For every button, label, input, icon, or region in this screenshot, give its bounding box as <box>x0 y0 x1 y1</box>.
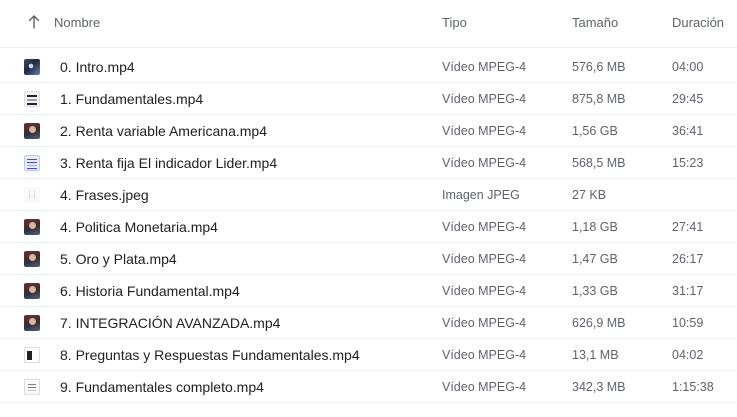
file-size: 576,6 MB <box>572 60 626 74</box>
file-thumbnail-icon <box>24 315 40 331</box>
file-duration: 04:02 <box>672 348 704 362</box>
file-type: Vídeo MPEG-4 <box>442 156 527 170</box>
file-thumbnail-icon <box>24 251 40 267</box>
column-header-type[interactable]: Tipo <box>442 15 467 31</box>
file-size: 1,47 GB <box>572 252 618 266</box>
file-type: Vídeo MPEG-4 <box>442 124 527 138</box>
arrow-up-icon[interactable] <box>27 14 41 30</box>
file-name: 3. Renta fija El indicador Lider.mp4 <box>60 155 278 171</box>
file-name: 8. Preguntas y Respuestas Fundamentales.… <box>60 347 360 363</box>
file-type: Vídeo MPEG-4 <box>442 252 527 266</box>
file-size: 875,8 MB <box>572 92 626 106</box>
file-thumbnail-icon <box>24 91 40 107</box>
file-list: Nombre Tipo Tamaño Duración 0. Intro.mp4… <box>0 0 737 417</box>
file-size: 1,33 GB <box>572 284 618 298</box>
file-thumbnail-icon <box>24 347 40 363</box>
file-size: 1,56 GB <box>572 124 618 138</box>
file-thumbnail-icon <box>24 123 40 139</box>
file-name: 9. Fundamentales completo.mp4 <box>60 379 264 395</box>
file-name: 4. Politica Monetaria.mp4 <box>60 219 218 235</box>
file-type: Vídeo MPEG-4 <box>442 316 527 330</box>
file-duration: 29:45 <box>672 92 704 106</box>
file-duration: 31:17 <box>672 284 704 298</box>
file-rows: 0. Intro.mp4 Vídeo MPEG-4 576,6 MB 04:00 1. … <box>0 51 737 403</box>
file-name: 7. INTEGRACIÓN AVANZADA.mp4 <box>60 315 281 331</box>
file-type: Imagen JPEG <box>442 188 520 202</box>
file-thumbnail-icon <box>24 379 40 395</box>
file-duration: 36:41 <box>672 124 704 138</box>
file-name: 0. Intro.mp4 <box>60 59 135 75</box>
file-type: Vídeo MPEG-4 <box>442 92 527 106</box>
file-size: 626,9 MB <box>572 316 626 330</box>
file-type: Vídeo MPEG-4 <box>442 348 527 362</box>
file-type: Vídeo MPEG-4 <box>442 60 527 74</box>
file-row[interactable]: 2. Renta variable Americana.mp4 Vídeo MPE… <box>0 115 737 147</box>
file-thumbnail-icon <box>24 219 40 235</box>
file-row[interactable]: 8. Preguntas y Respuestas Fundamentales.… <box>0 339 737 371</box>
file-row[interactable]: 0. Intro.mp4 Vídeo MPEG-4 576,6 MB 04:00 <box>0 51 737 83</box>
column-header-bar: Nombre Tipo Tamaño Duración <box>0 0 737 48</box>
file-size: 13,1 MB <box>572 348 619 362</box>
file-duration: 04:00 <box>672 60 704 74</box>
file-duration: 10:59 <box>672 316 704 330</box>
file-row[interactable]: 1. Fundamentales.mp4 Vídeo MPEG-4 875,8 MB… <box>0 83 737 115</box>
file-thumbnail-icon <box>24 187 40 203</box>
file-row[interactable]: 3. Renta fija El indicador Lider.mp4 Víde… <box>0 147 737 179</box>
file-name: 1. Fundamentales.mp4 <box>60 91 204 107</box>
column-header-size[interactable]: Tamaño <box>572 15 618 31</box>
file-name: 4. Frases.jpeg <box>60 187 149 203</box>
file-row[interactable]: 4. Politica Monetaria.mp4 Vídeo MPEG-4 1,1… <box>0 211 737 243</box>
file-name: 2. Renta variable Americana.mp4 <box>60 123 267 139</box>
file-row[interactable]: 7. INTEGRACIÓN AVANZADA.mp4 Vídeo MPEG-4 6… <box>0 307 737 339</box>
file-row[interactable]: 5. Oro y Plata.mp4 Vídeo MPEG-4 1,47 GB 26:… <box>0 243 737 275</box>
file-type: Vídeo MPEG-4 <box>442 284 527 298</box>
file-size: 1,18 GB <box>572 220 618 234</box>
file-thumbnail-icon <box>24 59 40 75</box>
file-name: 6. Historia Fundamental.mp4 <box>60 283 240 299</box>
column-header-duration[interactable]: Duración <box>672 15 724 31</box>
column-header-name[interactable]: Nombre <box>54 15 100 31</box>
file-duration: 1:15:38 <box>672 380 714 394</box>
file-row[interactable]: 9. Fundamentales completo.mp4 Vídeo MPEG-… <box>0 371 737 403</box>
file-duration: 27:41 <box>672 220 704 234</box>
file-type: Vídeo MPEG-4 <box>442 380 527 394</box>
file-size: 342,3 MB <box>572 380 626 394</box>
file-size: 27 KB <box>572 188 607 202</box>
file-thumbnail-icon <box>24 155 40 171</box>
file-type: Vídeo MPEG-4 <box>442 220 527 234</box>
file-thumbnail-icon <box>24 283 40 299</box>
file-duration: 26:17 <box>672 252 704 266</box>
file-duration: 15:23 <box>672 156 704 170</box>
file-row[interactable]: 4. Frases.jpeg Imagen JPEG 27 KB <box>0 179 737 211</box>
file-row[interactable]: 6. Historia Fundamental.mp4 Vídeo MPEG-4 1… <box>0 275 737 307</box>
file-name: 5. Oro y Plata.mp4 <box>60 251 177 267</box>
file-size: 568,5 MB <box>572 156 626 170</box>
